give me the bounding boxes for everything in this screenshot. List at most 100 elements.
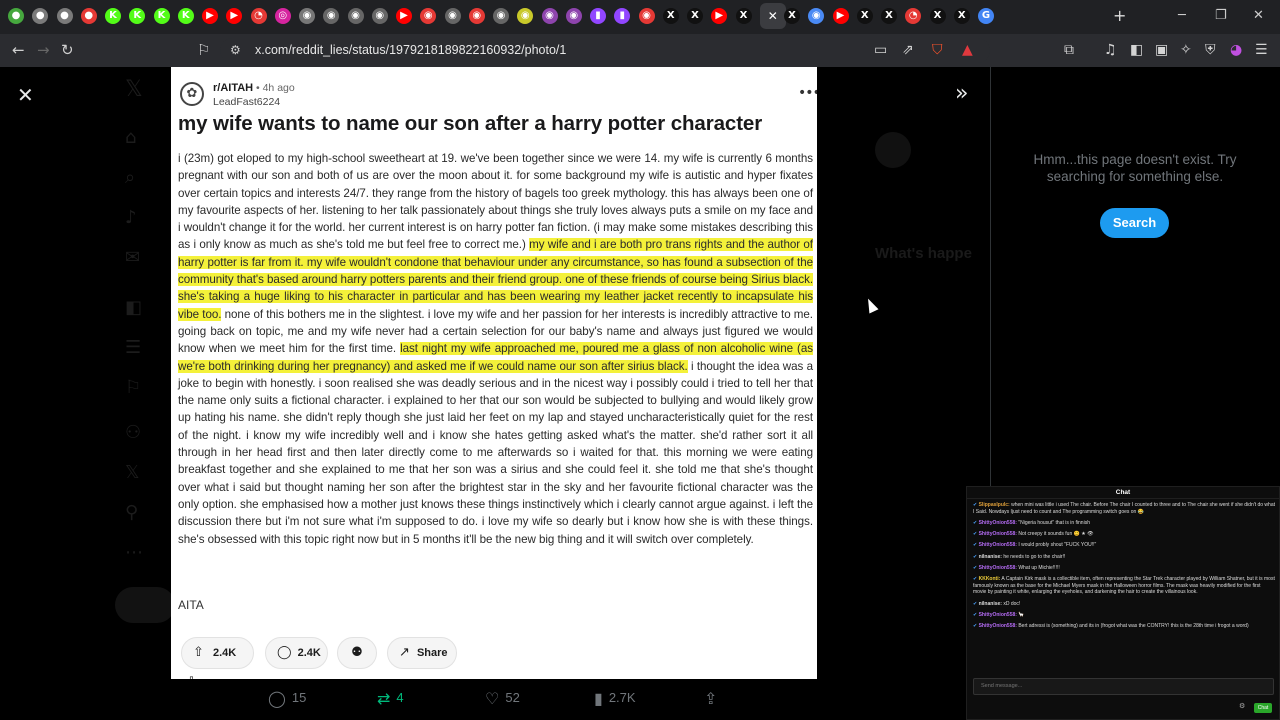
repost-count: 4 bbox=[396, 690, 404, 705]
browser-tab[interactable]: ◔ bbox=[250, 8, 267, 24]
browser-tab[interactable]: ▶ bbox=[202, 8, 218, 24]
chat-username[interactable]: Slippaslpulc: bbox=[979, 502, 1010, 508]
browser-tab[interactable]: ◉ bbox=[299, 8, 315, 24]
vote-count: 2.4K bbox=[212, 647, 237, 659]
grok-icon: ◧ bbox=[125, 297, 143, 318]
chat-messages: ✔ Slippaslpulc: when mini was little i u… bbox=[973, 502, 1275, 635]
forward-button[interactable]: → bbox=[37, 42, 50, 58]
upvote-icon: ⇧ bbox=[193, 645, 204, 660]
menu-icon[interactable]: ☰ bbox=[1255, 42, 1268, 58]
browser-tab[interactable]: ▮ bbox=[590, 8, 606, 24]
reddit-post-image[interactable]: ✿ r/AITAH • 4h ago LeadFast6224 ••• my w… bbox=[171, 67, 817, 679]
reload-button[interactable]: ↻ bbox=[61, 42, 74, 58]
browser-tab[interactable]: ◉ bbox=[493, 8, 509, 24]
chat-username[interactable]: ShittyOnion558: bbox=[979, 565, 1017, 571]
browser-tab[interactable]: ◉ bbox=[371, 8, 388, 24]
chat-username[interactable]: ShittyOnion558: bbox=[979, 520, 1017, 526]
browser-tab[interactable]: ◎ bbox=[274, 8, 291, 24]
browser-tab[interactable]: ● bbox=[56, 8, 73, 24]
chat-username[interactable]: ShittyOnion558: bbox=[979, 531, 1017, 537]
browser-tab[interactable]: X bbox=[856, 8, 873, 24]
screenshot-icon[interactable]: ⧉ bbox=[1064, 42, 1074, 58]
ghost-avatar bbox=[875, 132, 911, 168]
new-tab-button[interactable]: + bbox=[1113, 8, 1126, 24]
browser-tab[interactable]: K bbox=[105, 8, 121, 24]
vpn-icon[interactable]: ⛨ bbox=[1205, 42, 1216, 58]
share-icon[interactable]: ⇗ bbox=[902, 42, 914, 58]
chat-text: 🦙 bbox=[1016, 612, 1025, 619]
chat-input[interactable]: Send message... bbox=[973, 678, 1274, 695]
browser-tab[interactable]: ◉ bbox=[468, 8, 485, 24]
x-logo-icon: 𝕏 bbox=[125, 77, 143, 102]
browser-tab[interactable]: ◉ bbox=[420, 8, 437, 24]
repost-button[interactable]: ⇄ 4 bbox=[377, 689, 404, 708]
browser-tab[interactable]: ◉ bbox=[444, 8, 461, 24]
window-close-button[interactable]: ✕ bbox=[1253, 8, 1264, 23]
body-text: i (23m) got eloped to my high-school swe… bbox=[178, 152, 813, 252]
reply-button[interactable]: ◯ 15 bbox=[268, 689, 306, 708]
profile-icon[interactable]: ◕ bbox=[1230, 42, 1242, 58]
browser-tab[interactable]: ◉ bbox=[541, 8, 558, 24]
maximize-button[interactable]: ❐ bbox=[1215, 8, 1227, 23]
cast-icon[interactable]: ▭ bbox=[874, 42, 887, 58]
browser-tab[interactable]: K bbox=[153, 8, 170, 24]
close-viewer-icon[interactable]: ✕ bbox=[17, 83, 34, 107]
minimize-button[interactable]: ─ bbox=[1178, 8, 1186, 23]
leo-ai-icon[interactable]: ✧ bbox=[1180, 42, 1192, 58]
site-settings-icon[interactable]: ⚙ bbox=[230, 42, 241, 58]
mouse-cursor-icon bbox=[863, 296, 879, 314]
wallet-icon[interactable]: ▣ bbox=[1155, 42, 1168, 58]
chat-username[interactable]: nilnanise: bbox=[979, 554, 1002, 560]
url-text[interactable]: x.com/reddit_lies/status/197921818982216… bbox=[255, 43, 566, 57]
browser-tab[interactable]: X bbox=[784, 8, 800, 24]
chat-message: ✔ Slippaslpulc: when mini was little i u… bbox=[973, 502, 1275, 515]
browser-tab[interactable]: ◉ bbox=[808, 8, 825, 24]
bookmark-icon[interactable]: ⚐ bbox=[197, 42, 210, 58]
browser-tab[interactable]: K bbox=[177, 8, 194, 24]
view-count: 2.7K bbox=[608, 690, 636, 705]
browser-tab[interactable]: ◔ bbox=[905, 8, 922, 24]
chat-username[interactable]: KKKonti: bbox=[979, 576, 1001, 582]
chat-settings-icon[interactable]: ⚙ bbox=[1239, 702, 1245, 710]
search-button[interactable]: Search bbox=[1100, 208, 1169, 238]
browser-tab[interactable]: ▮ bbox=[614, 8, 631, 24]
browser-tab[interactable]: ◉ bbox=[638, 8, 655, 24]
back-button[interactable]: ← bbox=[12, 42, 25, 58]
browser-tab[interactable]: ▶ bbox=[226, 8, 243, 24]
browser-tab[interactable]: ◉ bbox=[323, 8, 340, 24]
views-button[interactable]: ▮ 2.7K bbox=[594, 689, 636, 708]
browser-tab[interactable]: X bbox=[953, 8, 970, 24]
brave-rewards-icon[interactable]: ▲ bbox=[962, 42, 973, 58]
browser-tab[interactable]: X bbox=[735, 8, 752, 24]
sidebar-icon[interactable]: ◧ bbox=[1130, 42, 1143, 58]
brave-shield-icon[interactable]: ⛉ bbox=[932, 42, 943, 58]
chat-username[interactable]: ShittyOnion558: bbox=[979, 623, 1017, 629]
browser-tab[interactable]: X bbox=[881, 8, 897, 24]
browser-tab[interactable]: X bbox=[662, 8, 679, 24]
browser-tab[interactable]: X bbox=[929, 8, 946, 24]
share-tweet-button[interactable]: ⇪ bbox=[704, 689, 723, 708]
browser-tab[interactable]: ◉ bbox=[347, 8, 364, 24]
browser-tab[interactable]: ● bbox=[32, 8, 49, 24]
browser-tab[interactable]: G bbox=[978, 8, 994, 24]
chat-username[interactable]: nilnanise: bbox=[979, 601, 1002, 607]
media-icon[interactable]: ♫ bbox=[1104, 42, 1117, 58]
chat-username[interactable]: ShittyOnion558: bbox=[979, 542, 1017, 548]
browser-tab[interactable]: ▶ bbox=[711, 8, 728, 24]
active-tab[interactable]: ✕ bbox=[759, 3, 786, 29]
browser-tab[interactable]: K bbox=[129, 8, 146, 24]
share-arrow-icon: ↗ bbox=[399, 645, 410, 660]
chat-send-button[interactable]: Chat bbox=[1254, 703, 1272, 713]
browser-tab[interactable]: ● bbox=[8, 8, 24, 24]
chat-message: ✔ KKKonti: A Captain Kirk mask is a coll… bbox=[973, 576, 1275, 596]
expand-panel-icon[interactable]: » bbox=[955, 81, 968, 106]
browser-tab[interactable]: ▶ bbox=[832, 8, 849, 24]
browser-tab[interactable]: ▶ bbox=[396, 8, 412, 24]
like-button[interactable]: ♡ 52 bbox=[485, 689, 520, 708]
chat-message: ✔ nilnanise: xD doc! bbox=[973, 601, 1275, 608]
browser-tab[interactable]: ◉ bbox=[517, 8, 534, 24]
browser-tab[interactable]: X bbox=[687, 8, 703, 24]
chat-username[interactable]: ShittyOnion558: bbox=[979, 612, 1017, 618]
browser-tab[interactable]: ◉ bbox=[565, 8, 582, 24]
browser-tab[interactable]: ● bbox=[80, 8, 97, 24]
